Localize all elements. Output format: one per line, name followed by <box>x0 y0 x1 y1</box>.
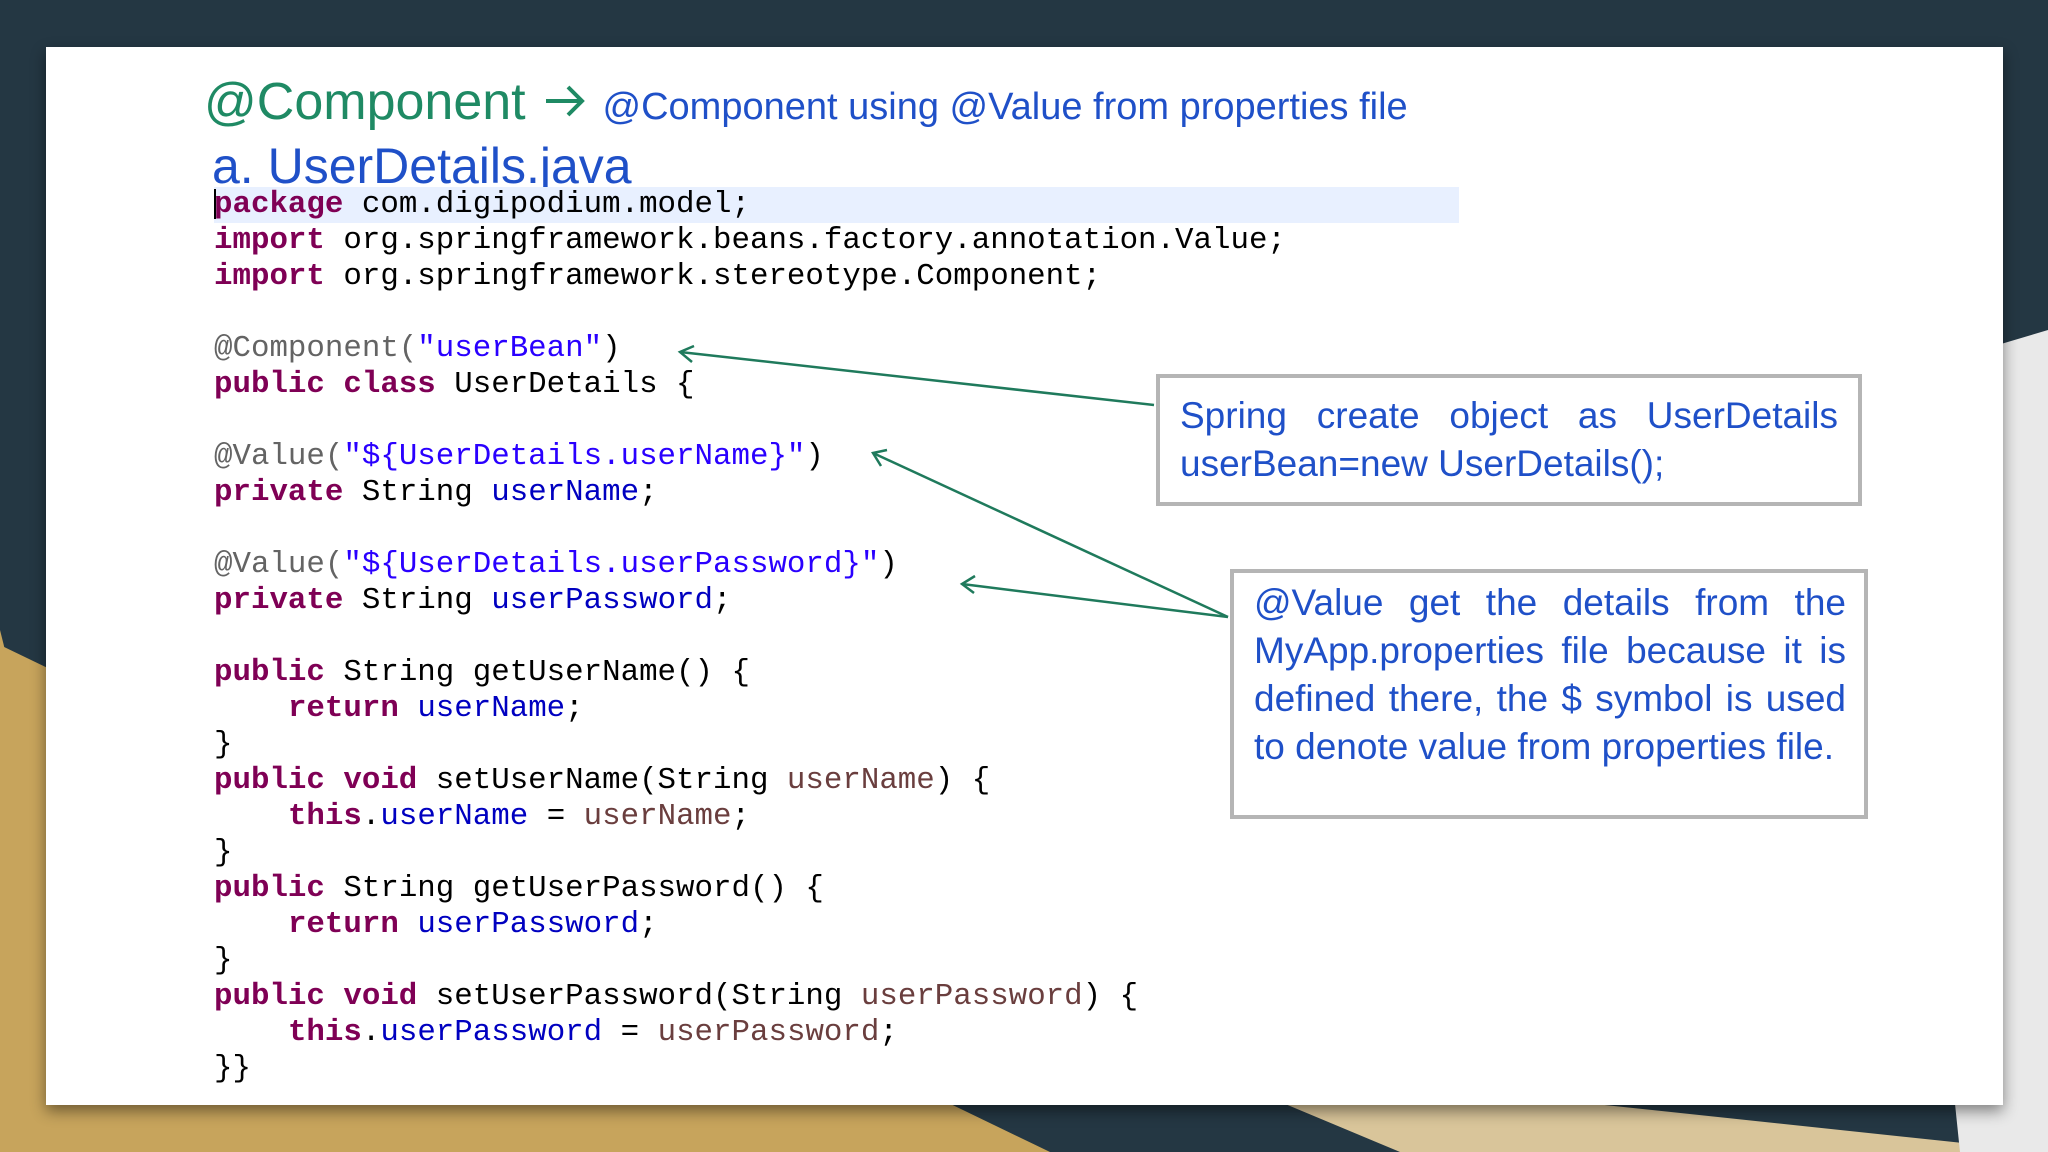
code-line: package com.digipodium.model; <box>214 187 1459 223</box>
code-line: }} <box>214 1051 251 1086</box>
right-arrow-icon <box>546 85 585 117</box>
code-line: import org.springframework.stereotype.Co… <box>214 259 1102 294</box>
code-line: this.userPassword = userPassword; <box>287 1015 898 1050</box>
code-line: public String getUserPassword() { <box>214 871 824 906</box>
slide-title: @Component @Component using @Value from … <box>204 72 1408 132</box>
title-suffix: @Component using @Value from properties … <box>602 86 1408 128</box>
callout-line: Spring create object as UserDetails <box>1180 395 1838 436</box>
code-line: } <box>214 943 233 978</box>
value-annotation-callout: @Value get the details from the MyApp.pr… <box>1230 569 1868 819</box>
code-line: import org.springframework.beans.factory… <box>214 223 1286 258</box>
bean-creation-callout: Spring create object as UserDetails user… <box>1156 374 1862 506</box>
code-line: public void setUserPassword(String userP… <box>214 979 1139 1014</box>
code-line: return userPassword; <box>287 907 658 942</box>
code-line: @Component("userBean") <box>214 331 621 366</box>
title-main: @Component <box>204 73 526 131</box>
slide: @Component @Component using @Value from … <box>46 47 2003 1105</box>
code-line: } <box>214 835 233 870</box>
callout-line: userBean=new UserDetails(); <box>1180 443 1665 484</box>
